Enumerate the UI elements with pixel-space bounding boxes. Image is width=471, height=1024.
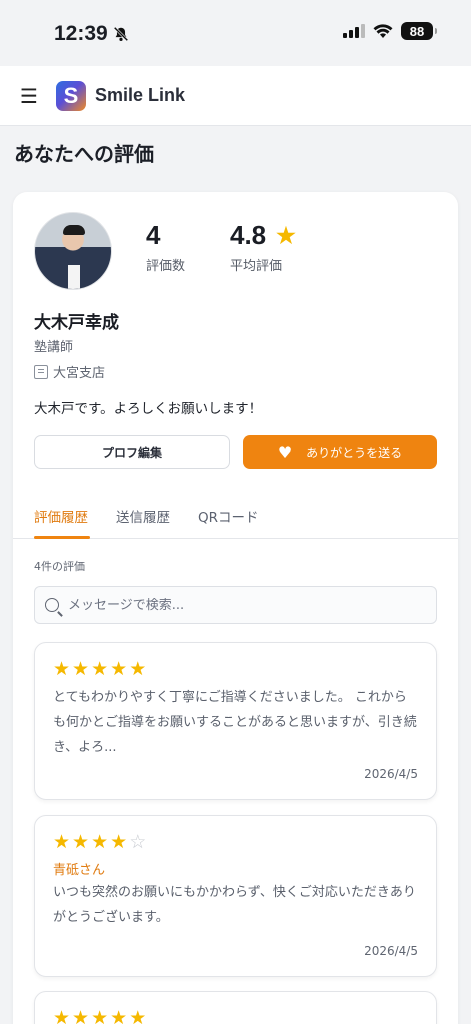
edit-profile-button[interactable]: プロフ編集 bbox=[34, 435, 230, 469]
page-title: あなたへの評価 bbox=[14, 142, 154, 166]
star-icon: ★ bbox=[276, 222, 296, 248]
star-icon: ★ bbox=[72, 658, 92, 680]
wifi-icon bbox=[373, 23, 393, 38]
cellular-signal-icon bbox=[343, 24, 365, 38]
star-icon: ★ bbox=[91, 658, 111, 680]
profile-card: 4 評価数 4.8 ★ 平均評価 大木戸幸成 塾講師 大宮支店 大木戸です。よろ… bbox=[13, 192, 458, 1024]
review-date: 2026/4/5 bbox=[364, 767, 418, 781]
star-icon: ★ bbox=[129, 1007, 149, 1024]
star-icon: ★ bbox=[53, 658, 73, 680]
tab-sent-history[interactable]: 送信履歴 bbox=[116, 506, 170, 526]
bell-off-icon bbox=[113, 26, 128, 42]
review-card[interactable]: ★★★★★ bbox=[34, 991, 437, 1024]
review-text: いつも突然のお願いにもかかわらず、快くご対応いただきありがとうございます。 bbox=[53, 885, 416, 925]
search-box bbox=[34, 586, 437, 624]
tab-bar: 評価履歴 送信履歴 QRコード bbox=[13, 492, 458, 539]
average-rating-label: 平均評価 bbox=[230, 259, 283, 274]
star-icon: ★ bbox=[53, 831, 73, 853]
star-icon: ★ bbox=[129, 658, 149, 680]
heart-icon: ♥ bbox=[277, 442, 293, 462]
review-text: とてもわかりやすく丁寧にご指導くださいました。 これからも何かとご指導をお願いす… bbox=[53, 690, 417, 755]
battery-icon: 88 bbox=[401, 22, 437, 40]
star-icon: ★ bbox=[53, 1007, 73, 1024]
star-outline-icon: ☆ bbox=[129, 831, 149, 853]
menu-icon[interactable]: ☰ bbox=[20, 84, 44, 108]
star-icon: ★ bbox=[72, 1007, 92, 1024]
app-logo: S bbox=[56, 80, 86, 111]
star-icon: ★ bbox=[72, 831, 92, 853]
star-icon: ★ bbox=[110, 658, 130, 680]
star-icon: ★ bbox=[110, 831, 130, 853]
star-rating: ★★★★★ bbox=[53, 659, 418, 679]
review-count-stat: 4 評価数 bbox=[146, 220, 185, 274]
branch-label: 大宮支店 bbox=[53, 366, 106, 381]
star-rating: ★★★★☆ bbox=[53, 832, 418, 852]
review-card[interactable]: ★★★★☆ 青砥さん いつも突然のお願いにもかかわらず、快くご対応いただきありが… bbox=[34, 815, 437, 977]
battery-level: 88 bbox=[409, 23, 425, 39]
avatar bbox=[34, 212, 112, 290]
time-text: 12:39 bbox=[54, 22, 108, 45]
search-input[interactable] bbox=[68, 597, 408, 613]
search-icon bbox=[45, 598, 59, 612]
profile-branch: 大宮支店 bbox=[34, 362, 105, 381]
tab-review-history[interactable]: 評価履歴 bbox=[34, 506, 88, 526]
app-name: Smile Link bbox=[95, 85, 186, 105]
app-header: ☰ S Smile Link bbox=[0, 66, 471, 126]
review-date: 2026/4/5 bbox=[364, 944, 418, 958]
star-icon: ★ bbox=[110, 1007, 130, 1024]
send-thanks-button[interactable]: ♥ ありがとうを送る bbox=[243, 435, 437, 469]
profile-bio: 大木戸です。よろしくお願いします！ bbox=[34, 401, 263, 417]
status-time: 12:39 bbox=[54, 22, 130, 46]
review-count-label: 評価数 bbox=[146, 259, 186, 274]
star-rating: ★★★★★ bbox=[53, 1008, 418, 1024]
star-icon: ★ bbox=[91, 831, 111, 853]
review-count-value: 4 bbox=[146, 220, 161, 250]
profile-role: 塾講師 bbox=[34, 340, 74, 355]
average-rating-stat: 4.8 ★ 平均評価 bbox=[230, 220, 296, 274]
star-icon: ★ bbox=[91, 1007, 111, 1024]
active-tab-indicator bbox=[34, 536, 90, 539]
review-count-text: 4件の評価 bbox=[34, 560, 85, 573]
reviewer-name: 青砥さん bbox=[53, 863, 106, 878]
tab-qr-code[interactable]: QRコード bbox=[198, 506, 259, 526]
profile-name: 大木戸幸成 bbox=[34, 313, 119, 333]
status-bar: 12:39 88 bbox=[0, 0, 471, 66]
average-rating-value: 4.8 bbox=[230, 220, 267, 250]
review-card[interactable]: ★★★★★ とてもわかりやすく丁寧にご指導くださいました。 これからも何かとご指… bbox=[34, 642, 437, 800]
building-icon bbox=[34, 364, 48, 379]
